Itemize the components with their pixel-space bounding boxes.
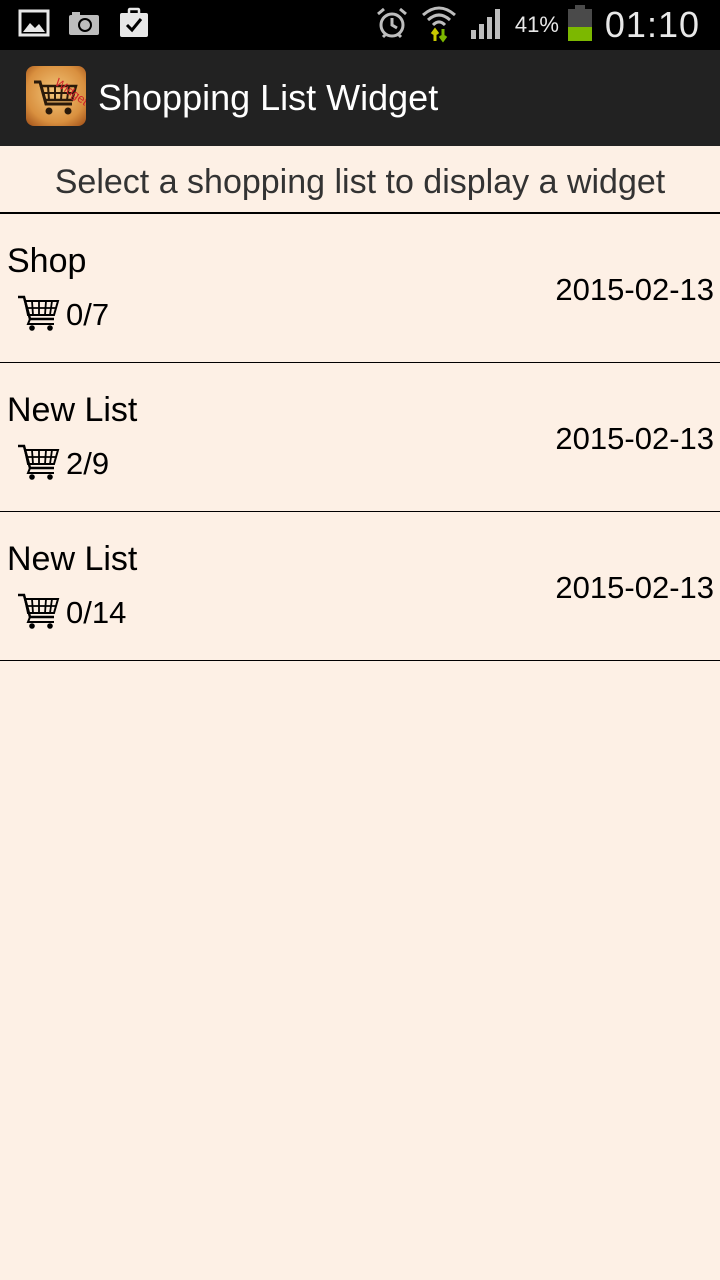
list-item[interactable]: New List 2/9 2015-02-13 [0,363,720,512]
app-title: Shopping List Widget [98,77,439,118]
list-progress: 0/7 [16,292,109,337]
list-count: 0/14 [66,594,127,630]
list-item[interactable]: Shop 0/7 2015-02-13 [0,214,720,363]
gallery-icon [18,8,50,43]
status-bar-system: 41% 01:10 [375,0,700,50]
app-logo-icon[interactable]: Widget [26,66,86,126]
clock: 01:10 [604,4,700,45]
list-name: Shop [7,242,87,280]
list-name: New List [7,540,138,578]
status-bar: 41% 01:10 [0,0,720,50]
list-name: New List [7,391,138,429]
camera-icon [68,8,100,43]
alarm-icon [375,6,409,45]
wifi-icon [421,3,457,48]
list-count: 0/7 [66,296,110,332]
list-date: 2015-02-13 [555,570,714,605]
shopping-cart-icon [16,441,60,486]
list-date: 2015-02-13 [555,421,714,456]
list-progress: 2/9 [16,441,109,486]
list-date: 2015-02-13 [555,272,714,307]
status-bar-notifications [18,7,150,44]
list-item[interactable]: New List 0/14 2015-02-13 [0,512,720,661]
list-progress: 0/14 [16,590,126,635]
battery-percent: 41% [514,12,559,37]
signal-icon [469,6,503,45]
list-count: 2/9 [66,445,110,481]
clipboard-check-icon [118,7,150,44]
select-list-prompt: Select a shopping list to display a widg… [0,146,720,214]
battery-icon [567,4,593,47]
shopping-cart-icon [16,292,60,337]
shopping-list: Shop 0/7 2015-02-13 New List 2/9 2015-02… [0,214,720,661]
action-bar: Widget Shopping List Widget [0,50,720,146]
shopping-cart-icon [16,590,60,635]
